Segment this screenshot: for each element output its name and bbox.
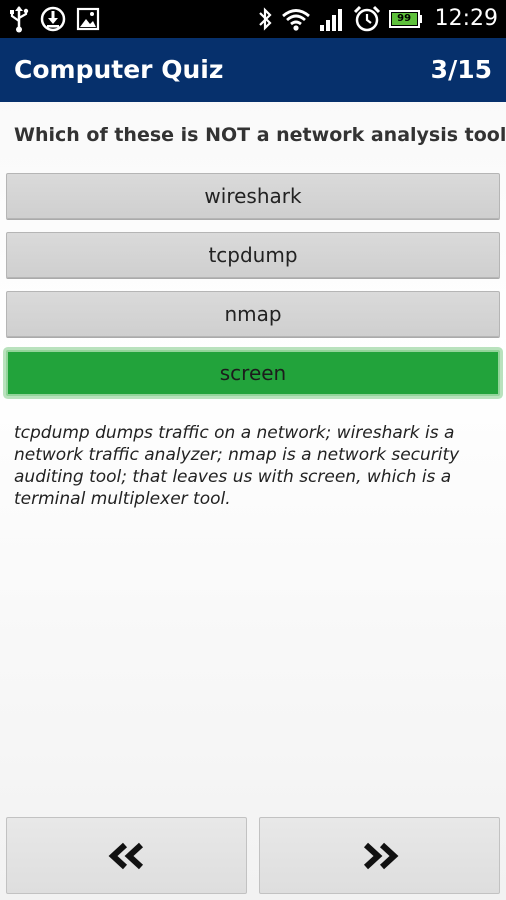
usb-icon bbox=[10, 6, 29, 33]
signal-icon bbox=[319, 9, 342, 31]
previous-question-button[interactable] bbox=[6, 817, 247, 894]
status-bar-time: 12:29 bbox=[434, 6, 498, 31]
alarm-icon bbox=[353, 5, 380, 32]
status-bar-notifications bbox=[8, 5, 100, 33]
battery-level: 99 bbox=[397, 13, 412, 24]
app-bar: Computer Quiz 3/15 bbox=[0, 38, 506, 102]
answer-button-nmap[interactable]: nmap bbox=[6, 291, 500, 337]
app-title: Computer Quiz bbox=[14, 55, 224, 84]
answer-explanation: tcpdump dumps traffic on a network; wire… bbox=[14, 423, 460, 509]
answer-button-screen[interactable]: screen bbox=[6, 350, 500, 396]
question-text: Which of these is NOT a network analysis… bbox=[14, 124, 506, 146]
download-icon bbox=[40, 6, 66, 32]
answer-button-wireshark[interactable]: wireshark bbox=[6, 173, 500, 219]
image-icon bbox=[76, 7, 100, 31]
double-chevron-right-icon bbox=[363, 842, 398, 869]
status-bar: 99 12:29 bbox=[0, 0, 506, 38]
next-question-button[interactable] bbox=[259, 817, 500, 894]
status-bar-system: 99 12:29 bbox=[257, 4, 498, 34]
double-chevron-left-icon bbox=[108, 842, 143, 869]
wifi-icon bbox=[281, 9, 310, 31]
battery-icon: 99 bbox=[388, 9, 423, 29]
question-counter: 3/15 bbox=[430, 55, 492, 84]
answer-button-tcpdump[interactable]: tcpdump bbox=[6, 232, 500, 278]
bluetooth-icon bbox=[258, 7, 272, 31]
